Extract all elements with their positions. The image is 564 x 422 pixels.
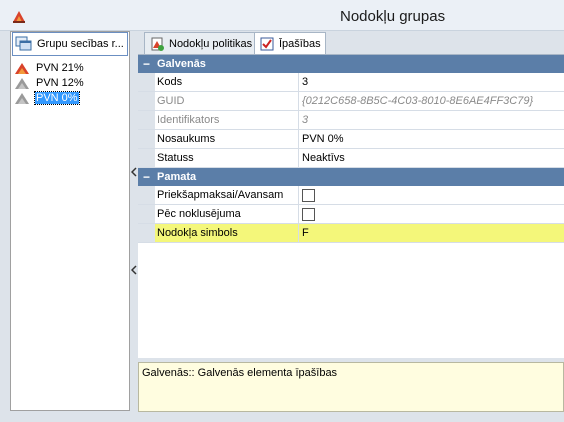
window-title: Nodokļu grupas (340, 8, 446, 25)
tab-group-sequence-label: Grupu secības r... (37, 38, 124, 50)
property-row-status[interactable]: Statuss Neaktīvs (138, 149, 564, 168)
property-name: Nosaukums (155, 130, 299, 148)
property-name: Priekšapmaksai/Avansam (155, 186, 299, 204)
row-gutter (138, 186, 155, 204)
property-row-guid[interactable]: GUID {0212C658-8B5C-4C03-8010-8E6AE4FF3C… (138, 92, 564, 111)
property-value: 3 (302, 114, 309, 126)
section-title: Pamata (157, 171, 197, 183)
tab-group-sequence[interactable]: Grupu secības r... (12, 32, 128, 56)
property-row-prepayment[interactable]: Priekšapmaksai/Avansam (138, 186, 564, 205)
tab-tax-policies-label: Nodokļu politikas (169, 37, 253, 50)
property-row-name[interactable]: Nosaukums PVN 0% (138, 130, 564, 149)
property-name: Pēc noklusējuma (155, 205, 299, 223)
title-bar: Nodokļu grupas (0, 0, 564, 31)
tab-tax-policies[interactable]: Nodokļu politikas (144, 32, 258, 54)
property-name: Kods (155, 73, 299, 91)
window-stack-icon (15, 36, 32, 51)
property-name: Statuss (155, 149, 299, 167)
section-header-main[interactable]: − Galvenās (138, 55, 564, 73)
property-grid: − Galvenās Kods 3 GUID {0212C658-8B5C-4C… (138, 54, 564, 358)
property-name: GUID (155, 92, 299, 110)
prepayment-checkbox[interactable] (302, 188, 315, 202)
tree-item-label: PVN 21% (36, 61, 84, 74)
property-value: {0212C658-8B5C-4C03-8010-8E6AE4FF3C79} (302, 95, 534, 107)
row-gutter (138, 111, 155, 129)
property-row-default[interactable]: Pēc noklusējuma (138, 205, 564, 224)
properties-icon (260, 37, 274, 51)
chevron-left-icon[interactable] (131, 265, 137, 275)
tree-item[interactable]: PVN 12% (14, 75, 128, 90)
property-value[interactable]: PVN 0% (299, 130, 564, 148)
panel-splitter[interactable] (130, 31, 138, 411)
row-gutter (138, 92, 155, 110)
row-gutter (138, 224, 155, 242)
tab-properties-label: Īpašības (279, 38, 321, 50)
collapse-icon[interactable]: − (138, 168, 155, 186)
property-value[interactable]: F (299, 224, 564, 242)
row-gutter (138, 130, 155, 148)
tree-item[interactable]: PVN 0% (14, 90, 128, 105)
property-value[interactable]: Neaktīvs (299, 149, 564, 167)
property-row-tax-symbol[interactable]: Nodokļa simbols F (138, 224, 564, 243)
tax-item-icon (15, 62, 29, 74)
property-row-identifier[interactable]: Identifikators 3 (138, 111, 564, 130)
collapse-icon[interactable]: − (138, 55, 155, 73)
tree-item-label: PVN 12% (36, 76, 84, 89)
property-value[interactable]: 3 (299, 73, 564, 91)
row-gutter (138, 149, 155, 167)
tax-item-icon (15, 92, 29, 104)
policy-icon (151, 37, 164, 51)
tree-item[interactable]: PVN 21% (14, 60, 128, 75)
row-gutter (138, 73, 155, 91)
chevron-left-icon[interactable] (131, 167, 137, 177)
tree-item-label: PVN 0% (34, 90, 80, 105)
row-gutter (138, 205, 155, 223)
default-checkbox[interactable] (302, 207, 315, 221)
detail-tabstrip: Nodokļu politikas Īpašības (138, 31, 564, 55)
section-title: Galvenās (157, 58, 206, 70)
property-name: Identifikators (155, 111, 299, 129)
property-name: Nodokļa simbols (155, 224, 299, 242)
property-description: Galvenās:: Galvenās elementa īpašības (138, 362, 564, 412)
property-row-code[interactable]: Kods 3 (138, 73, 564, 92)
tax-item-icon (15, 77, 29, 89)
group-tree: PVN 21% PVN 12% PVN 0% (14, 60, 128, 105)
tab-properties[interactable]: Īpašības (254, 32, 326, 55)
section-header-basic[interactable]: − Pamata (138, 168, 564, 186)
app-logo-icon[interactable] (11, 8, 27, 24)
